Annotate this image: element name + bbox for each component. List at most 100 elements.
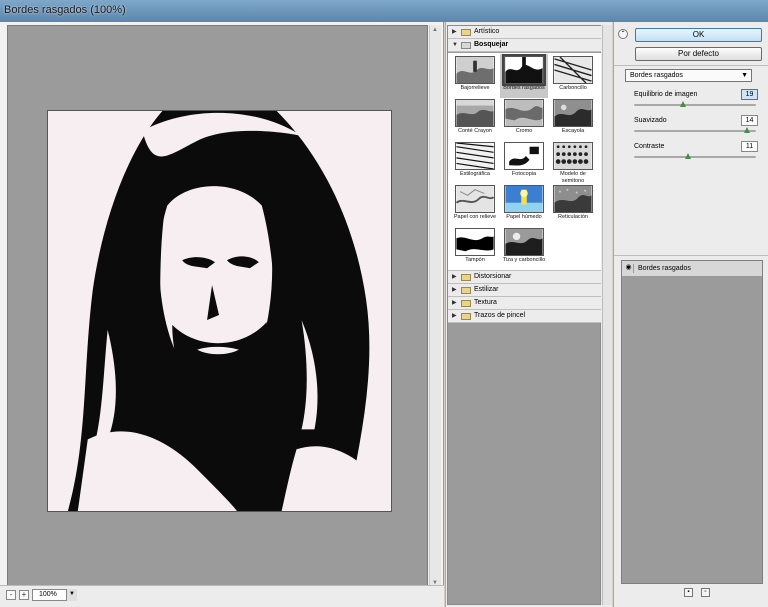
thumbnail-image	[502, 54, 546, 86]
param-slider-track[interactable]	[634, 156, 756, 158]
param-equilibrio-de-imagen: Equilibrio de imagen 19	[634, 89, 764, 113]
folder-icon	[461, 313, 471, 320]
filter-thumb-papel-humedo[interactable]: Papel húmedo	[500, 183, 548, 227]
window-title: Bordes rasgados (100%)	[4, 4, 126, 16]
slider-thumb-icon[interactable]	[685, 153, 691, 159]
collapse-gallery-icon[interactable]: ⌃	[618, 29, 628, 39]
settings-panel: ⌃ OK Por defecto Bordes rasgados ▼ Equil…	[613, 22, 768, 607]
category-label: Artístico	[474, 28, 500, 35]
param-value-field[interactable]: 19	[741, 89, 758, 100]
filter-thumb-bordes-rasgados[interactable]: Bordes rasgados	[500, 54, 548, 98]
thumbnail-image	[553, 142, 593, 170]
zoom-level-value: 100%	[39, 591, 57, 598]
filter-label: Papel con relieve	[453, 214, 497, 220]
folder-icon	[461, 29, 471, 36]
category-label: Estilizar	[474, 286, 499, 293]
filter-label: Conté Crayon	[458, 128, 492, 134]
filter-select[interactable]: Bordes rasgados ▼	[625, 69, 752, 82]
ok-button[interactable]: OK	[635, 28, 762, 42]
param-slider-track[interactable]	[634, 104, 756, 106]
window-title-bar: Bordes rasgados (100%)	[0, 0, 768, 22]
folder-icon	[461, 287, 471, 294]
category-label: Trazos de pincel	[474, 312, 526, 319]
thumbnail-image	[504, 142, 544, 170]
category-bosquejar[interactable]: ▼ Bosquejar	[448, 39, 601, 52]
thumbnail-image	[553, 99, 593, 127]
filter-label: Bordes rasgados	[503, 85, 545, 91]
expand-triangle-icon: ▶	[452, 29, 457, 35]
effect-layers-panel: ◉ Bordes rasgados	[621, 260, 763, 584]
filter-thumbnails: Bajorrelieve Bordes rasgados Carboncillo…	[448, 53, 601, 271]
filter-label: Estilográfica	[460, 171, 490, 177]
param-slider-track[interactable]	[634, 130, 756, 132]
zoom-in-button[interactable]: +	[19, 590, 29, 600]
filter-gallery-list: ▶ Artístico ▼ Bosquejar Bajorrelieve Bor…	[447, 25, 601, 605]
category-label: Distorsionar	[474, 273, 512, 280]
preview-vertical-scrollbar[interactable]: ▲ ▼	[429, 25, 441, 588]
layer-tools: ▪ ▫	[684, 588, 716, 600]
thumbnail-image	[553, 185, 593, 213]
zoom-dropdown-icon[interactable]: ▼	[66, 589, 77, 601]
param-label: Contraste	[634, 143, 665, 150]
filter-thumb-modelo-de-semitono[interactable]: Modelo de semitono	[549, 140, 597, 184]
filter-thumb-reticulacion[interactable]: Reticulación	[549, 183, 597, 227]
preview-canvas[interactable]	[7, 25, 428, 607]
thumbnail-image	[504, 185, 544, 213]
param-contraste: Contraste 11	[634, 141, 764, 165]
filter-label: Fotocopia	[511, 171, 537, 177]
preview-image	[47, 110, 392, 512]
filter-label: Reticulación	[558, 214, 588, 220]
filter-thumb-conte-crayon[interactable]: Conté Crayon	[451, 97, 499, 141]
filter-label: Cromo	[515, 128, 533, 134]
open-folder-icon	[461, 42, 471, 49]
thumbnail-image	[455, 185, 495, 213]
category-distorsionar[interactable]: ▶ Distorsionar	[448, 271, 601, 284]
thumbnail-image	[504, 228, 544, 256]
filter-thumb-tampon[interactable]: Tampón	[451, 226, 499, 270]
param-value-field[interactable]: 14	[741, 115, 758, 126]
category-trazos-de-pincel[interactable]: ▶ Trazos de pincel	[448, 310, 601, 323]
gallery-scrollbar[interactable]	[602, 25, 612, 605]
filter-thumb-cromo[interactable]: Cromo	[500, 97, 548, 141]
slider-thumb-icon[interactable]	[744, 127, 750, 133]
expand-triangle-icon: ▶	[452, 274, 457, 280]
filter-thumb-tiza-y-carboncillo[interactable]: Tiza y carboncillo	[500, 226, 548, 270]
zoom-out-button[interactable]: -	[6, 590, 16, 600]
thumbnail-image	[455, 56, 495, 84]
new-effect-layer-icon[interactable]: ▪	[684, 588, 693, 597]
filter-label: Escayola	[561, 128, 585, 134]
delete-effect-layer-icon[interactable]: ▫	[700, 588, 710, 597]
filter-thumb-fotocopia[interactable]: Fotocopia	[500, 140, 548, 184]
category-textura[interactable]: ▶ Textura	[448, 297, 601, 310]
divider	[614, 255, 768, 256]
filter-label: Tiza y carboncillo	[502, 257, 546, 263]
effect-layer-label: Bordes rasgados	[638, 265, 691, 272]
filter-thumb-bajorrelieve[interactable]: Bajorrelieve	[451, 54, 499, 98]
default-button[interactable]: Por defecto	[635, 47, 762, 61]
eye-visibility-icon[interactable]: ◉	[624, 264, 634, 273]
category-artistico[interactable]: ▶ Artístico	[448, 26, 601, 39]
expand-triangle-icon: ▶	[452, 287, 457, 293]
filter-label: Bajorrelieve	[460, 85, 490, 91]
param-value-field[interactable]: 11	[741, 141, 758, 152]
filter-label: Tampón	[465, 257, 485, 263]
filter-thumb-papel-con-relieve[interactable]: Papel con relieve	[451, 183, 499, 227]
param-label: Suavizado	[634, 117, 667, 124]
filter-thumb-escayola[interactable]: Escayola	[549, 97, 597, 141]
scroll-up-icon[interactable]: ▲	[432, 27, 438, 33]
filter-select-value: Bordes rasgados	[630, 72, 683, 79]
effect-layer-row[interactable]: ◉ Bordes rasgados	[622, 261, 762, 277]
category-estilizar[interactable]: ▶ Estilizar	[448, 284, 601, 297]
folder-icon	[461, 300, 471, 307]
expand-triangle-icon: ▶	[452, 313, 457, 319]
collapse-triangle-icon: ▼	[452, 42, 458, 48]
chevron-down-icon: ▼	[741, 72, 748, 79]
thumbnail-image	[455, 99, 495, 127]
param-label: Equilibrio de imagen	[634, 91, 698, 98]
filter-thumb-estilografica[interactable]: Estilográfica	[451, 140, 499, 184]
filter-label: Carboncillo	[559, 85, 587, 91]
param-suavizado: Suavizado 14	[634, 115, 764, 139]
expand-triangle-icon: ▶	[452, 300, 457, 306]
filter-thumb-carboncillo[interactable]: Carboncillo	[549, 54, 597, 98]
slider-thumb-icon[interactable]	[680, 101, 686, 107]
